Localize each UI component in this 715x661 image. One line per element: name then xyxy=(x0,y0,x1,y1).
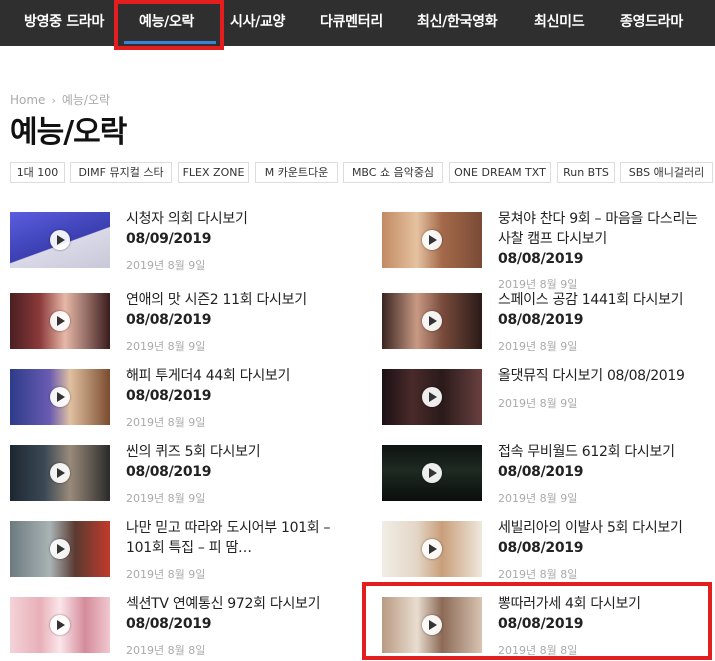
post-thumbnail[interactable] xyxy=(382,369,482,425)
post-date: 2019년 8월 9일 xyxy=(498,340,578,353)
post-date: 2019년 8월 8일 xyxy=(498,644,578,657)
post-date: 2019년 8월 9일 xyxy=(126,259,206,272)
post-item[interactable]: 올댓뮤직 다시보기 08/08/2019 2019년 8월 9일 xyxy=(382,366,712,429)
post-date: 2019년 8월 9일 xyxy=(126,492,206,505)
post-title[interactable]: 스페이스 공감 1441회 다시보기 08/08/2019 xyxy=(498,290,708,330)
post-thumbnail[interactable] xyxy=(382,521,482,577)
post-title[interactable]: 뽕따러가세 4회 다시보기 08/08/2019 xyxy=(498,594,708,634)
post-title[interactable]: 세빌리아의 이발사 5회 다시보기 08/08/2019 xyxy=(498,518,708,558)
post-title[interactable]: 해피 투게더4 44회 다시보기 08/08/2019 xyxy=(126,366,336,406)
post-thumbnail[interactable] xyxy=(10,369,110,425)
nav-item-korean-movies[interactable]: 최신/한국영화 xyxy=(417,0,498,46)
post-item[interactable]: 해피 투게더4 44회 다시보기 08/08/2019 2019년 8월 9일 xyxy=(10,366,350,429)
post-thumbnail[interactable] xyxy=(10,597,110,653)
page-title: 예능/오락 xyxy=(10,115,127,150)
play-icon xyxy=(422,230,442,250)
play-icon xyxy=(50,311,70,331)
post-item[interactable]: 섹션TV 연예통신 972회 다시보기 08/08/2019 2019년 8월 8… xyxy=(10,594,350,657)
post-thumbnail[interactable] xyxy=(382,293,482,349)
tag-1vs100[interactable]: 1대 100 xyxy=(10,162,65,183)
play-icon xyxy=(50,539,70,559)
post-item[interactable]: 스페이스 공감 1441회 다시보기 08/08/2019 2019년 8월 9일 xyxy=(382,290,712,353)
post-thumbnail[interactable] xyxy=(382,597,482,653)
post-title[interactable]: 나만 믿고 따라와 도시어부 101회 – 101회 특집 – 피 땀… xyxy=(126,518,336,558)
post-title[interactable]: 연애의 맛 시즌2 11회 다시보기 08/08/2019 xyxy=(126,290,336,330)
play-icon xyxy=(50,230,70,250)
play-icon xyxy=(50,387,70,407)
post-item[interactable]: 연애의 맛 시즌2 11회 다시보기 08/08/2019 2019년 8월 9일 xyxy=(10,290,350,353)
post-thumbnail[interactable] xyxy=(10,293,110,349)
tag-one-dream-txt[interactable]: ONE DREAM TXT xyxy=(449,162,551,183)
nav-item-ended-dramas[interactable]: 종영드라마 xyxy=(620,0,683,46)
post-title[interactable]: 섹션TV 연예통신 972회 다시보기 08/08/2019 xyxy=(126,594,336,634)
breadcrumb: Home › 예능/오락 xyxy=(10,91,110,108)
play-icon xyxy=(422,311,442,331)
post-title[interactable]: 뭉쳐야 찬다 9회 – 마음을 다스리는 사찰 캠프 다시보기 08/08/201… xyxy=(498,209,703,269)
post-date: 2019년 8월 9일 xyxy=(498,492,578,505)
post-item[interactable]: 세빌리아의 이발사 5회 다시보기 08/08/2019 2019년 8월 8일 xyxy=(382,518,712,581)
breadcrumb-home-link[interactable]: Home xyxy=(10,93,45,107)
tag-music-core[interactable]: MBC 쇼 음악중심 xyxy=(343,162,443,183)
active-nav-underline xyxy=(124,41,216,44)
post-date: 2019년 8월 9일 xyxy=(126,416,206,429)
play-icon xyxy=(422,615,442,635)
post-item[interactable]: 씬의 퀴즈 5회 다시보기 08/08/2019 2019년 8월 9일 xyxy=(10,442,350,505)
nav-item-variety[interactable]: 예능/오락 xyxy=(139,0,194,46)
post-item[interactable]: 접속 무비월드 612회 다시보기 08/08/2019 2019년 8월 9일 xyxy=(382,442,712,505)
post-item[interactable]: 나만 믿고 따라와 도시어부 101회 – 101회 특집 – 피 땀… 201… xyxy=(10,518,350,581)
breadcrumb-separator: › xyxy=(51,94,56,107)
tag-run-bts[interactable]: Run BTS xyxy=(557,162,615,183)
post-item[interactable]: 뽕따러가세 4회 다시보기 08/08/2019 2019년 8월 8일 xyxy=(382,594,712,657)
play-icon xyxy=(50,463,70,483)
post-title[interactable]: 시청자 의회 다시보기 08/09/2019 xyxy=(126,209,336,249)
nav-item-airing-drama[interactable]: 방영중 드라마 xyxy=(24,0,104,46)
tag-dimf[interactable]: DIMF 뮤지컬 스타 xyxy=(70,162,172,183)
post-date: 2019년 8월 9일 xyxy=(126,340,206,353)
post-item[interactable]: 뭉쳐야 찬다 9회 – 마음을 다스리는 사찰 캠프 다시보기 08/08/201… xyxy=(382,209,712,291)
tag-sbs-animation[interactable]: SBS 애니걸러리 xyxy=(620,162,713,183)
play-icon xyxy=(50,615,70,635)
breadcrumb-current: 예능/오락 xyxy=(61,93,111,107)
post-date: 2019년 8월 8일 xyxy=(126,644,206,657)
nav-item-us-dramas[interactable]: 최신미드 xyxy=(534,0,585,46)
post-title[interactable]: 씬의 퀴즈 5회 다시보기 08/08/2019 xyxy=(126,442,336,482)
post-title[interactable]: 올댓뮤직 다시보기 08/08/2019 xyxy=(498,366,708,386)
play-icon xyxy=(422,463,442,483)
nav-item-current-affairs[interactable]: 시사/교양 xyxy=(230,0,285,46)
post-date: 2019년 8월 9일 xyxy=(126,568,206,581)
top-nav: 방영중 드라마 예능/오락 시사/교양 다큐멘터리 최신/한국영화 최신미드 종… xyxy=(0,0,715,46)
play-icon xyxy=(422,387,442,407)
nav-item-documentary[interactable]: 다큐멘터리 xyxy=(320,0,383,46)
post-title[interactable]: 접속 무비월드 612회 다시보기 08/08/2019 xyxy=(498,442,708,482)
post-thumbnail[interactable] xyxy=(10,212,110,268)
tag-m-countdown[interactable]: M 카운트다운 xyxy=(255,162,338,183)
post-date: 2019년 8월 9일 xyxy=(498,397,578,410)
post-thumbnail[interactable] xyxy=(382,445,482,501)
post-thumbnail[interactable] xyxy=(10,521,110,577)
post-date: 2019년 8월 8일 xyxy=(498,568,578,581)
post-thumbnail[interactable] xyxy=(10,445,110,501)
post-item[interactable]: 시청자 의회 다시보기 08/09/2019 2019년 8월 9일 xyxy=(10,209,350,272)
play-icon xyxy=(422,539,442,559)
tag-flex-zone[interactable]: FLEX ZONE xyxy=(178,162,249,183)
post-thumbnail[interactable] xyxy=(382,212,482,268)
